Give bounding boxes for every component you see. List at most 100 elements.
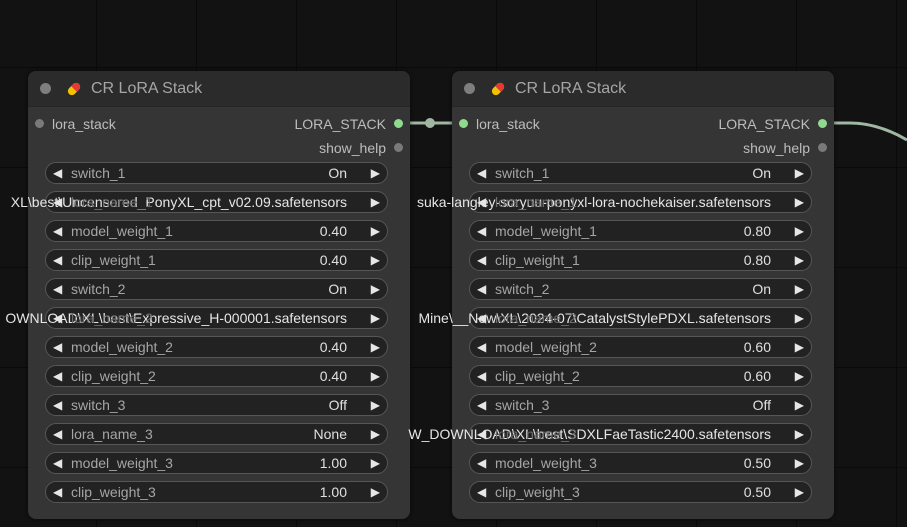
increment-arrow-icon[interactable]: ▶ [795,484,804,500]
decrement-arrow-icon[interactable]: ◀ [477,455,486,471]
collapse-toggle[interactable] [40,83,51,94]
widget-model-weight-2[interactable]: ◀ model_weight_2 0.60 ▶ [469,336,812,358]
decrement-arrow-icon[interactable]: ◀ [53,165,62,181]
widget-label: lora_name_1 [495,194,577,210]
decrement-arrow-icon[interactable]: ◀ [53,281,62,297]
output2-slot-label: show_help [743,140,810,156]
widget-model-weight-3[interactable]: ◀ model_weight_3 0.50 ▶ [469,452,812,474]
widget-clip-weight-1[interactable]: ◀ clip_weight_1 0.80 ▶ [469,249,812,271]
widget-lora-name-2[interactable]: ◀ Mine\__New\XL\2024-07\CatalystStylePDXL… [418,307,812,329]
widget-lora-name-1[interactable]: ◀ XL\best\Uncensored_PonyXL_cpt_v02.09.sa… [11,191,388,213]
widget-label: model_weight_2 [495,339,597,355]
increment-arrow-icon[interactable]: ▶ [371,455,380,471]
cr-lora-stack-node-1[interactable]: CR LoRA Stack lora_stack LORA_STACK show… [5,71,410,519]
widget-switch-1[interactable]: ◀ switch_1 On ▶ [45,162,388,184]
widget-clip-weight-1[interactable]: ◀ clip_weight_1 0.40 ▶ [45,249,388,271]
increment-arrow-icon[interactable]: ▶ [371,165,380,181]
widget-model-weight-1[interactable]: ◀ model_weight_1 0.80 ▶ [469,220,812,242]
increment-arrow-icon[interactable]: ▶ [371,484,380,500]
widget-value: Off [752,397,771,413]
increment-arrow-icon[interactable]: ▶ [371,223,380,239]
widget-label: lora_name_3 [495,426,577,442]
widget-label: model_weight_3 [495,455,597,471]
decrement-arrow-icon[interactable]: ◀ [53,455,62,471]
output2-slot-dot[interactable] [818,143,827,152]
increment-arrow-icon[interactable]: ▶ [371,339,380,355]
widget-clip-weight-3[interactable]: ◀ clip_weight_3 1.00 ▶ [45,481,388,503]
decrement-arrow-icon[interactable]: ◀ [53,397,62,413]
decrement-arrow-icon[interactable]: ◀ [477,397,486,413]
decrement-arrow-icon[interactable]: ◀ [477,368,486,384]
widget-value: suka-langley-soryuu-ponyxl-lora-nochekai… [416,194,771,210]
link-midpoint-dot [425,118,435,128]
increment-arrow-icon[interactable]: ▶ [371,397,380,413]
output2-slot-dot[interactable] [394,143,403,152]
widget-switch-3[interactable]: ◀ switch_3 Off ▶ [45,394,388,416]
pill-icon [67,82,81,96]
widget-switch-2[interactable]: ◀ switch_2 On ▶ [469,278,812,300]
decrement-arrow-icon[interactable]: ◀ [53,223,62,239]
increment-arrow-icon[interactable]: ▶ [795,368,804,384]
input-slot-label: lora_stack [476,116,540,132]
node-title: CR LoRA Stack [515,80,627,97]
increment-arrow-icon[interactable]: ▶ [795,252,804,268]
increment-arrow-icon[interactable]: ▶ [795,397,804,413]
widget-clip-weight-2[interactable]: ◀ clip_weight_2 0.40 ▶ [45,365,388,387]
widget-label: clip_weight_1 [71,252,156,268]
increment-arrow-icon[interactable]: ▶ [371,368,380,384]
node-title: CR LoRA Stack [91,80,203,97]
output-slot-dot[interactable] [394,119,403,128]
widget-value: 0.60 [743,368,771,384]
widget-switch-2[interactable]: ◀ switch_2 On ▶ [45,278,388,300]
increment-arrow-icon[interactable]: ▶ [795,455,804,471]
widget-label: switch_3 [71,397,126,413]
decrement-arrow-icon[interactable]: ◀ [53,339,62,355]
increment-arrow-icon[interactable]: ▶ [795,339,804,355]
widget-value: On [752,281,771,297]
decrement-arrow-icon[interactable]: ◀ [477,252,486,268]
decrement-arrow-icon[interactable]: ◀ [53,484,62,500]
increment-arrow-icon[interactable]: ▶ [795,426,804,442]
decrement-arrow-icon[interactable]: ◀ [477,281,486,297]
increment-arrow-icon[interactable]: ▶ [795,281,804,297]
increment-arrow-icon[interactable]: ▶ [371,281,380,297]
collapse-toggle[interactable] [464,83,475,94]
widget-model-weight-2[interactable]: ◀ model_weight_2 0.40 ▶ [45,336,388,358]
widget-label: switch_1 [71,165,126,181]
decrement-arrow-icon[interactable]: ◀ [53,368,62,384]
widget-lora-name-2[interactable]: ◀ OWNLOAD\XL\best\Expressive_H-000001.saf… [5,307,388,329]
increment-arrow-icon[interactable]: ▶ [795,194,804,210]
widget-switch-3[interactable]: ◀ switch_3 Off ▶ [469,394,812,416]
widget-value: 0.40 [319,252,347,268]
widget-model-weight-3[interactable]: ◀ model_weight_3 1.00 ▶ [45,452,388,474]
widget-label: lora_name_2 [495,310,577,326]
decrement-arrow-icon[interactable]: ◀ [477,339,486,355]
increment-arrow-icon[interactable]: ▶ [371,426,380,442]
widget-model-weight-1[interactable]: ◀ model_weight_1 0.40 ▶ [45,220,388,242]
increment-arrow-icon[interactable]: ▶ [795,165,804,181]
increment-arrow-icon[interactable]: ▶ [371,252,380,268]
decrement-arrow-icon[interactable]: ◀ [53,426,62,442]
decrement-arrow-icon[interactable]: ◀ [477,165,486,181]
widget-clip-weight-2[interactable]: ◀ clip_weight_2 0.60 ▶ [469,365,812,387]
node-header[interactable]: CR LoRA Stack [452,71,834,107]
input-slot-dot[interactable] [459,119,468,128]
cr-lora-stack-node-2[interactable]: CR LoRA Stack lora_stack LORA_STACK show… [408,71,834,519]
widget-clip-weight-3[interactable]: ◀ clip_weight_3 0.50 ▶ [469,481,812,503]
widget-switch-1[interactable]: ◀ switch_1 On ▶ [469,162,812,184]
increment-arrow-icon[interactable]: ▶ [795,223,804,239]
link-node2-output [827,121,907,142]
decrement-arrow-icon[interactable]: ◀ [53,252,62,268]
increment-arrow-icon[interactable]: ▶ [795,310,804,326]
widget-lora-name-3[interactable]: ◀ lora_name_3 None ▶ [45,423,388,445]
decrement-arrow-icon[interactable]: ◀ [477,484,486,500]
increment-arrow-icon[interactable]: ▶ [371,310,380,326]
input-slot-dot[interactable] [35,119,44,128]
widget-lora-name-1[interactable]: ◀ suka-langley-soryuu-ponyxl-lora-nocheka… [417,191,812,213]
node-header[interactable]: CR LoRA Stack [28,71,410,107]
widget-label: clip_weight_1 [495,252,580,268]
decrement-arrow-icon[interactable]: ◀ [477,223,486,239]
output-slot-dot[interactable] [818,119,827,128]
widget-lora-name-3[interactable]: ◀ W_DOWNLOAD\XL\best\SDXLFaeTastic2400.sa… [408,423,812,445]
increment-arrow-icon[interactable]: ▶ [371,194,380,210]
